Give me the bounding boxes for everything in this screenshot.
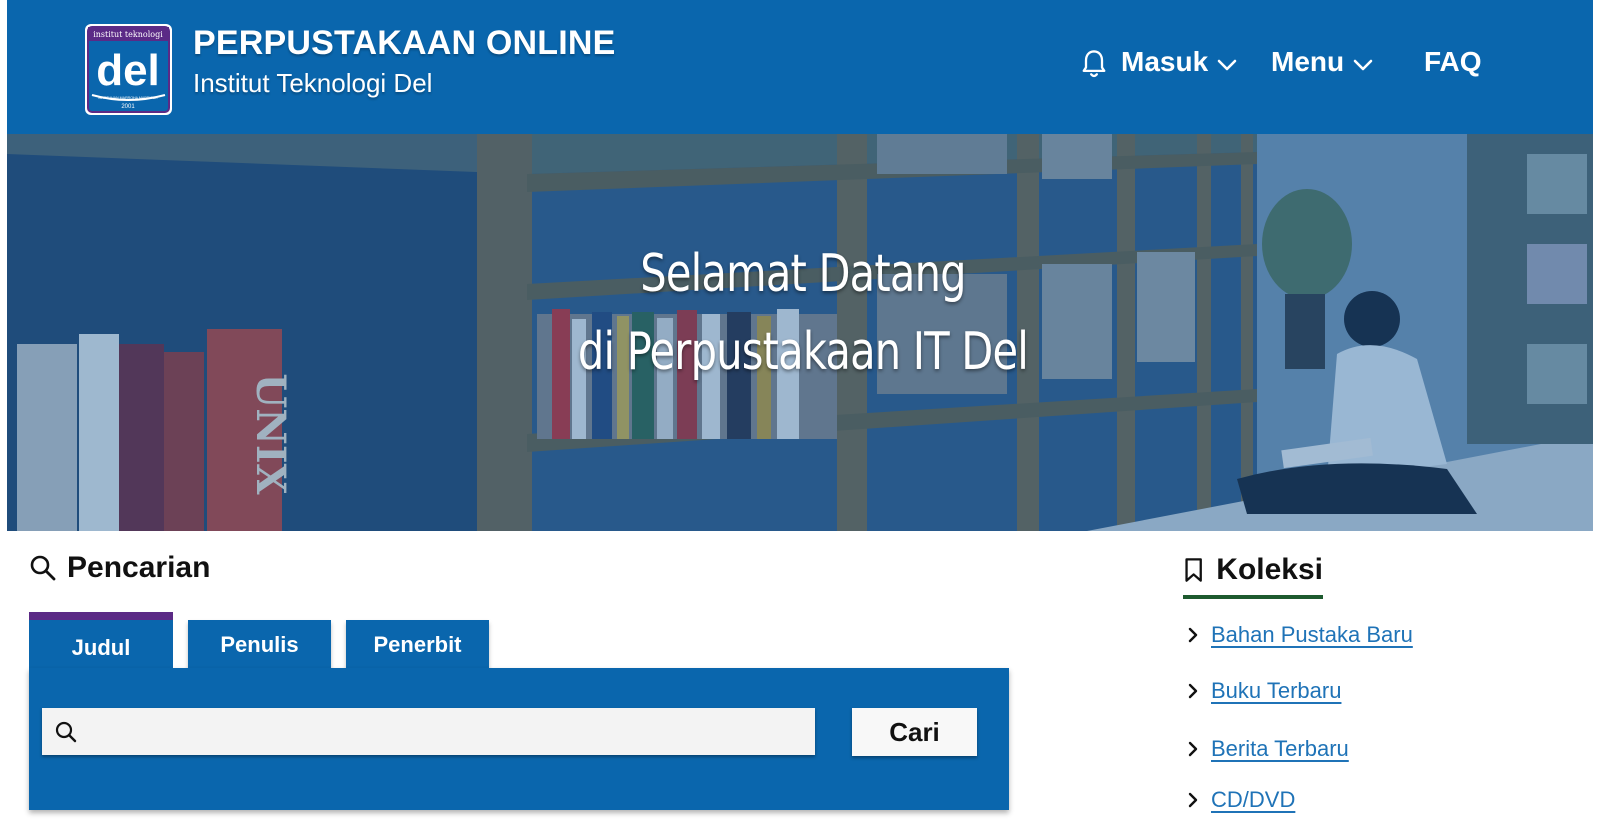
- tab-penerbit[interactable]: Penerbit: [346, 620, 489, 670]
- koleksi-item[interactable]: CD/DVD: [1187, 787, 1295, 813]
- chevron-down-icon: [1353, 59, 1373, 71]
- chevron-right-icon: [1188, 741, 1198, 757]
- logo-top-text: institut teknologi: [93, 30, 163, 39]
- search-title: Pencarian: [67, 551, 211, 584]
- tab-penulis-label: Penulis: [220, 632, 299, 657]
- nav-faq-label: FAQ: [1424, 46, 1482, 77]
- koleksi-link-berita-terbaru[interactable]: Berita Terbaru: [1211, 736, 1349, 762]
- hero-heading-line1: Selamat Datang: [640, 244, 966, 304]
- hero-heading-line2: di Perpustakaan IT Del: [577, 322, 1029, 382]
- logo-motto: MARTUHAN MARROHA MARBISUK: [98, 96, 158, 100]
- search-icon: [30, 555, 56, 581]
- search-panel: Cari: [29, 668, 1009, 810]
- koleksi-link-buku-terbaru[interactable]: Buku Terbaru: [1211, 678, 1341, 704]
- logo-main-text: del: [96, 46, 160, 95]
- nav-faq-link[interactable]: FAQ: [1424, 46, 1482, 78]
- search-heading: Pencarian: [29, 551, 210, 585]
- site-subtitle: Institut Teknologi Del: [193, 68, 433, 98]
- institution-logo[interactable]: institut teknologi del MARTUHAN MARROHA …: [84, 23, 173, 116]
- koleksi-item[interactable]: Bahan Pustaka Baru: [1187, 622, 1413, 648]
- koleksi-title: Koleksi: [1216, 553, 1323, 586]
- chevron-right-icon: [1188, 792, 1198, 808]
- search-icon: [55, 721, 77, 742]
- bell-icon[interactable]: [1080, 48, 1108, 80]
- chevron-down-icon: [1217, 59, 1237, 71]
- nav-login-dropdown[interactable]: Masuk: [1121, 46, 1238, 78]
- tab-penulis[interactable]: Penulis: [188, 620, 331, 670]
- search-input[interactable]: [86, 710, 810, 753]
- page: institut teknologi del MARTUHAN MARROHA …: [7, 0, 1593, 836]
- koleksi-item[interactable]: Buku Terbaru: [1187, 678, 1341, 704]
- nav-menu-label: Menu: [1271, 46, 1345, 77]
- logo-year: 2001: [121, 104, 135, 110]
- search-button[interactable]: Cari: [852, 708, 977, 756]
- search-field[interactable]: [42, 708, 815, 755]
- nav-menu-dropdown[interactable]: Menu: [1271, 46, 1374, 78]
- koleksi-link-bahan-pustaka-baru[interactable]: Bahan Pustaka Baru: [1211, 622, 1413, 648]
- chevron-right-icon: [1188, 683, 1198, 699]
- bookmark-icon: [1185, 558, 1202, 582]
- site-title[interactable]: PERPUSTAKAAN ONLINE: [193, 24, 616, 63]
- nav-login-label: Masuk: [1121, 46, 1209, 77]
- chevron-right-icon: [1188, 627, 1198, 643]
- tab-penerbit-label: Penerbit: [373, 632, 462, 657]
- tab-judul-label: Judul: [71, 635, 131, 660]
- koleksi-link-cd-dvd[interactable]: CD/DVD: [1211, 787, 1295, 813]
- header-bar: institut teknologi del MARTUHAN MARROHA …: [7, 0, 1593, 134]
- tab-judul[interactable]: Judul: [29, 612, 173, 676]
- hero-banner: UNIX Selamat Datang di Perpustakaan IT D…: [7, 134, 1593, 531]
- koleksi-item[interactable]: Berita Terbaru: [1187, 736, 1349, 762]
- koleksi-heading: Koleksi: [1183, 553, 1323, 599]
